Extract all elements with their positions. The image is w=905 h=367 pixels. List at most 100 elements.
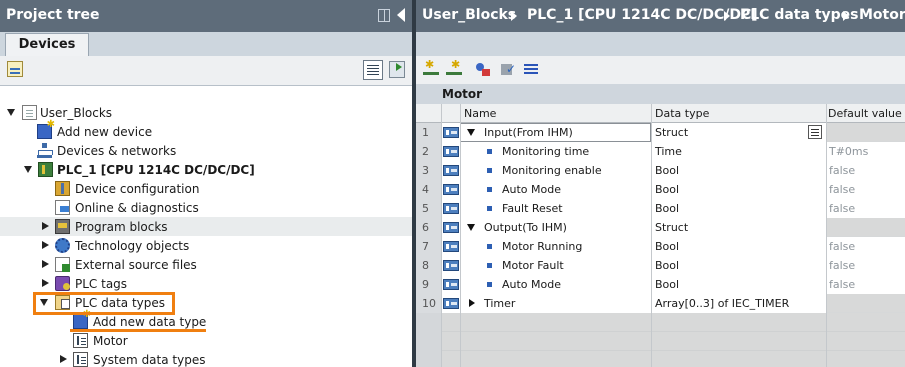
collapse-arrow-icon[interactable] — [467, 224, 475, 231]
breadcrumb-item-motor[interactable]: Motor — [859, 7, 905, 23]
tab-devices[interactable]: Devices — [5, 33, 89, 57]
insert-row-icon[interactable] — [423, 58, 439, 77]
tag-icon — [443, 184, 459, 195]
empty-row[interactable] — [416, 332, 905, 351]
name-cell[interactable]: Input(From IHM) — [484, 126, 573, 139]
data-type-cell[interactable]: Time — [655, 145, 682, 158]
row-number[interactable]: 1 — [416, 123, 441, 142]
tag-icon — [443, 127, 459, 138]
tree-item[interactable]: Devices & networks — [0, 141, 412, 160]
tree-item[interactable]: Program blocks — [0, 217, 412, 236]
table-row[interactable]: 6 Output(To IHM) Struct — [416, 218, 905, 237]
tree-item-label: User_Blocks — [40, 106, 113, 120]
tree-item[interactable]: Device configuration — [0, 179, 412, 198]
tree-item[interactable]: Motor — [0, 331, 412, 350]
pin-icon[interactable] — [378, 9, 390, 22]
row-number[interactable]: 10 — [416, 294, 441, 313]
tree-item-label: System data types — [93, 353, 206, 367]
table-row[interactable]: 10 Timer Array[0..3] of IEC_TIMER — [416, 294, 905, 313]
column-header-default-value[interactable]: Default value — [828, 107, 902, 120]
name-cell[interactable]: Auto Mode — [502, 183, 561, 196]
name-cell[interactable]: Auto Mode — [502, 278, 561, 291]
tree-item[interactable]: PLC_1 [CPU 1214C DC/DC/DC] — [0, 160, 412, 179]
collapse-left-icon[interactable] — [397, 8, 405, 22]
editor-toolbar — [416, 56, 905, 84]
default-value-cell[interactable]: false — [829, 259, 855, 272]
table-row[interactable]: 5 Fault Reset Bool false — [416, 199, 905, 218]
tree-item[interactable]: External source files — [0, 255, 412, 274]
data-type-picker-icon[interactable] — [808, 125, 822, 139]
table-row[interactable]: 4 Auto Mode Bool false — [416, 180, 905, 199]
tree-item[interactable]: Online & diagnostics — [0, 198, 412, 217]
expand-arrow-icon[interactable] — [42, 279, 49, 287]
data-type-cell[interactable]: Bool — [655, 240, 679, 253]
data-type-cell[interactable]: Bool — [655, 202, 679, 215]
tree-item[interactable]: PLC tags — [0, 274, 412, 293]
table-row[interactable]: 9 Auto Mode Bool false — [416, 275, 905, 294]
name-cell[interactable]: Motor Running — [502, 240, 582, 253]
default-value-cell[interactable]: false — [829, 240, 855, 253]
name-cell[interactable]: Fault Reset — [502, 202, 563, 215]
table-row[interactable]: 1 Input(From IHM) Struct — [416, 123, 905, 142]
collapse-arrow-icon[interactable] — [24, 166, 32, 173]
column-header-name[interactable]: Name — [464, 107, 496, 120]
row-number[interactable]: 5 — [416, 199, 441, 218]
default-value-cell[interactable]: false — [829, 183, 855, 196]
check-consistency-icon[interactable] — [500, 62, 516, 77]
row-number[interactable]: 6 — [416, 218, 441, 237]
tree-item[interactable]: System data types — [0, 350, 412, 367]
row-number[interactable]: 9 — [416, 275, 441, 294]
go-online-icon[interactable] — [389, 61, 405, 78]
row-number[interactable]: 8 — [416, 256, 441, 275]
name-cell[interactable]: Output(To IHM) — [484, 221, 567, 234]
data-type-cell[interactable]: Struct — [655, 126, 688, 139]
expand-arrow-icon[interactable] — [60, 355, 67, 363]
collapse-arrow-icon[interactable] — [467, 129, 475, 136]
add-item-icon[interactable] — [7, 61, 23, 77]
empty-row[interactable] — [416, 313, 905, 332]
expand-arrow-icon[interactable] — [42, 241, 49, 249]
row-number[interactable]: 4 — [416, 180, 441, 199]
default-value-cell[interactable]: T#0ms — [829, 145, 868, 158]
data-type-cell[interactable]: Bool — [655, 183, 679, 196]
table-row[interactable]: 7 Motor Running Bool false — [416, 237, 905, 256]
tree-item[interactable]: User_Blocks — [0, 103, 412, 122]
column-header-data-type[interactable]: Data type — [655, 107, 709, 120]
row-number[interactable]: 7 — [416, 237, 441, 256]
collapse-arrow-icon[interactable] — [7, 109, 15, 116]
tree-item-label: Program blocks — [75, 220, 168, 234]
name-cell[interactable]: Monitoring time — [502, 145, 589, 158]
expand-all-icon[interactable] — [523, 62, 539, 77]
default-value-cell[interactable]: false — [829, 278, 855, 291]
name-cell[interactable]: Motor Fault — [502, 259, 564, 272]
empty-row[interactable] — [416, 351, 905, 367]
udt-icon — [73, 333, 88, 348]
data-type-cell[interactable]: Bool — [655, 278, 679, 291]
tree-item[interactable]: Technology objects — [0, 236, 412, 255]
expand-arrow-icon[interactable] — [469, 299, 475, 307]
add-row-icon[interactable] — [446, 58, 462, 77]
default-value-cell[interactable]: false — [829, 164, 855, 177]
table-row[interactable]: 3 Monitoring enable Bool false — [416, 161, 905, 180]
table-header: Name Data type Default value — [416, 104, 905, 123]
breadcrumb-item-datatypes[interactable]: PLC data types — [740, 7, 858, 23]
tree-item[interactable]: Add new device — [0, 119, 412, 141]
name-cell[interactable]: Timer — [484, 297, 515, 310]
expand-arrow-icon[interactable] — [42, 260, 49, 268]
data-type-cell[interactable]: Struct — [655, 221, 688, 234]
row-number[interactable]: 3 — [416, 161, 441, 180]
data-type-cell[interactable]: Bool — [655, 164, 679, 177]
list-view-icon[interactable] — [363, 60, 383, 80]
table-row[interactable]: 8 Motor Fault Bool false — [416, 256, 905, 275]
data-type-cell[interactable]: Bool — [655, 259, 679, 272]
name-cell[interactable]: Monitoring enable — [502, 164, 602, 177]
online-diagnostics-icon — [55, 200, 70, 215]
table-row[interactable]: 2 Monitoring time Time T#0ms — [416, 142, 905, 161]
expand-arrow-icon[interactable] — [42, 222, 49, 230]
data-type-cell[interactable]: Array[0..3] of IEC_TIMER — [655, 297, 789, 310]
breadcrumb-item-project[interactable]: User_Blocks — [422, 7, 516, 23]
project-tree-title-bar: Project tree — [0, 0, 412, 32]
monitor-icon[interactable] — [475, 62, 491, 77]
default-value-cell[interactable]: false — [829, 202, 855, 215]
row-number[interactable]: 2 — [416, 142, 441, 161]
